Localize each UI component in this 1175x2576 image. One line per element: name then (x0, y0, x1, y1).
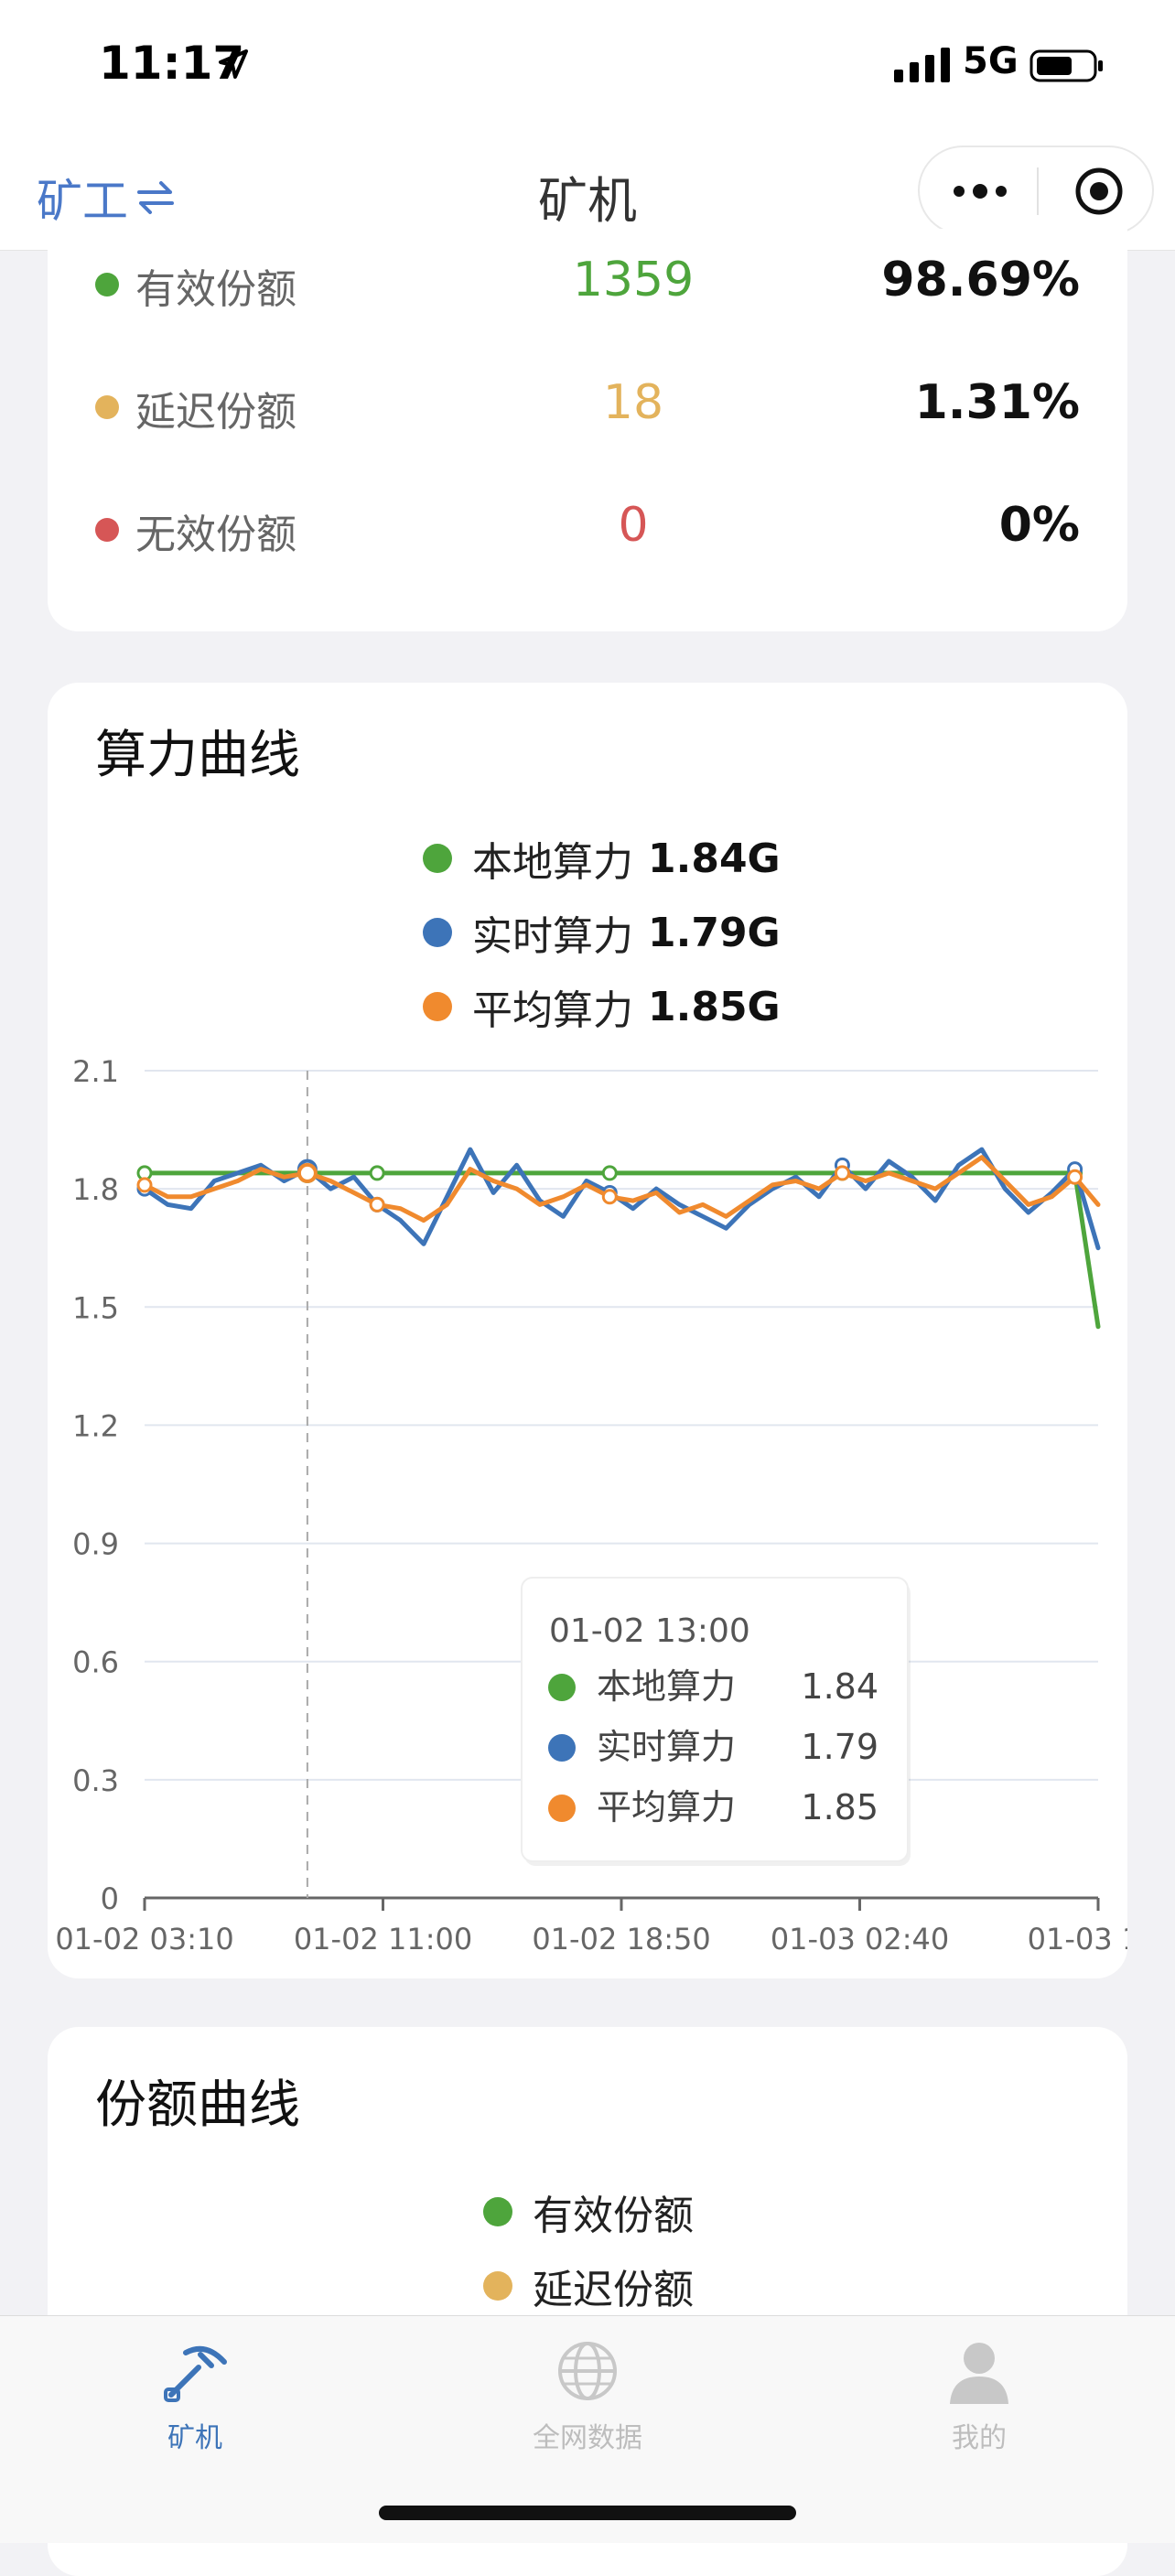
share-count: 1359 (572, 253, 695, 307)
capsule-divider (1037, 167, 1039, 215)
valid-share-dot (95, 273, 119, 296)
y-tick-label: 1.8 (72, 1172, 119, 1207)
highlight-point (296, 1162, 318, 1183)
share-label: 延迟份额 (135, 389, 296, 436)
tooltip-series-name: 平均算力 (597, 1787, 736, 1827)
legend-dot (483, 2271, 512, 2301)
tooltip-dot (548, 1795, 576, 1822)
x-tick-label: 01-02 18:50 (532, 1922, 710, 1956)
share-percent: 1.31% (914, 375, 1080, 430)
x-tick-label: 01-03 10: (1028, 1922, 1127, 1956)
more-icon[interactable] (952, 175, 1008, 208)
home-indicator (379, 2506, 796, 2520)
tooltip-value: 1.79 (801, 1727, 879, 1767)
data-point (369, 1196, 385, 1213)
y-tick-label: 2.1 (72, 1054, 119, 1089)
tab-label: 矿机 (167, 2422, 222, 2454)
data-point (601, 1165, 618, 1181)
tab-label: 我的 (952, 2422, 1007, 2454)
share-label: 有效份额 (135, 266, 296, 313)
x-tick-label: 01-03 02:40 (771, 1922, 949, 1956)
y-tick-label: 1.5 (72, 1290, 119, 1325)
tooltip-series-name: 本地算力 (597, 1666, 736, 1707)
share-row-stale: 延迟份额 18 1.31% (48, 372, 1127, 445)
close-target-icon[interactable] (1073, 166, 1125, 217)
battery-icon (1029, 49, 1103, 82)
x-tick-label: 01-02 11:00 (294, 1922, 472, 1956)
series-line (142, 1170, 1101, 1330)
invalid-share-dot (95, 518, 119, 542)
y-tick-label: 1.2 (72, 1408, 119, 1443)
user-icon (950, 2343, 1008, 2404)
mini-program-capsule (918, 146, 1154, 235)
y-tick-label: 0.6 (72, 1645, 119, 1680)
pickaxe-icon (164, 2345, 227, 2402)
y-tick-label: 0.3 (72, 1763, 119, 1798)
tab-profile[interactable]: 我的 (888, 2334, 1071, 2455)
data-point (834, 1165, 850, 1181)
share-row-invalid: 无效份额 0 0% (48, 494, 1127, 567)
tooltip-value: 1.84 (801, 1666, 879, 1707)
tooltip-dot (548, 1734, 576, 1762)
data-point (136, 1177, 153, 1193)
location-arrow-icon (219, 49, 248, 79)
cellular-signal-icon (894, 48, 950, 82)
globe-icon (558, 2342, 617, 2400)
share-percent: 0% (998, 498, 1080, 553)
share-stats-card: 有效份额 1359 98.69% 延迟份额 18 1.31% 无效份额 0 0% (48, 229, 1127, 631)
legend-dot (483, 2197, 512, 2226)
legend-name: 延迟份额 (533, 2267, 694, 2313)
data-point (369, 1165, 385, 1181)
stale-share-dot (95, 395, 119, 419)
legend-item-stale[interactable]: 延迟份额 (483, 2257, 694, 2315)
hashrate-line-chart[interactable]: 0 0.3 0.6 0.9 1.2 1.5 1.8 2.1 01-02 03:10 01-02 1… (48, 683, 1127, 1978)
tab-network-data[interactable]: 全网数据 (496, 2334, 679, 2455)
tooltip-value: 1.85 (801, 1787, 879, 1827)
hashrate-chart-card: 算力曲线 本地算力 1.84G 实时算力 1.79G 平均算力 1.85G 00… (48, 683, 1127, 1978)
data-point (1067, 1169, 1083, 1185)
legend-item-valid[interactable]: 有效份额 (483, 2183, 694, 2241)
share-count: 18 (602, 375, 664, 430)
tooltip-series-name: 实时算力 (597, 1727, 736, 1767)
status-bar: 11:17 5G (0, 0, 1175, 133)
data-point (601, 1189, 618, 1205)
tooltip-title: 01-02 13:00 (549, 1612, 750, 1650)
legend-name: 有效份额 (533, 2193, 694, 2239)
share-percent: 98.69% (881, 253, 1080, 307)
x-tick-label: 01-02 03:10 (55, 1922, 233, 1956)
card-title: 份额曲线 (95, 2075, 300, 2135)
tooltip-dot (548, 1674, 576, 1701)
share-label: 无效份额 (135, 512, 296, 558)
tab-label: 全网数据 (533, 2422, 642, 2454)
y-tick-label: 0.9 (72, 1527, 119, 1562)
tab-miner[interactable]: 矿机 (103, 2334, 286, 2455)
y-tick-label: 0 (101, 1881, 119, 1916)
share-count: 0 (618, 498, 649, 553)
network-type: 5G (963, 40, 1019, 82)
share-row-valid: 有效份额 1359 98.69% (48, 249, 1127, 322)
